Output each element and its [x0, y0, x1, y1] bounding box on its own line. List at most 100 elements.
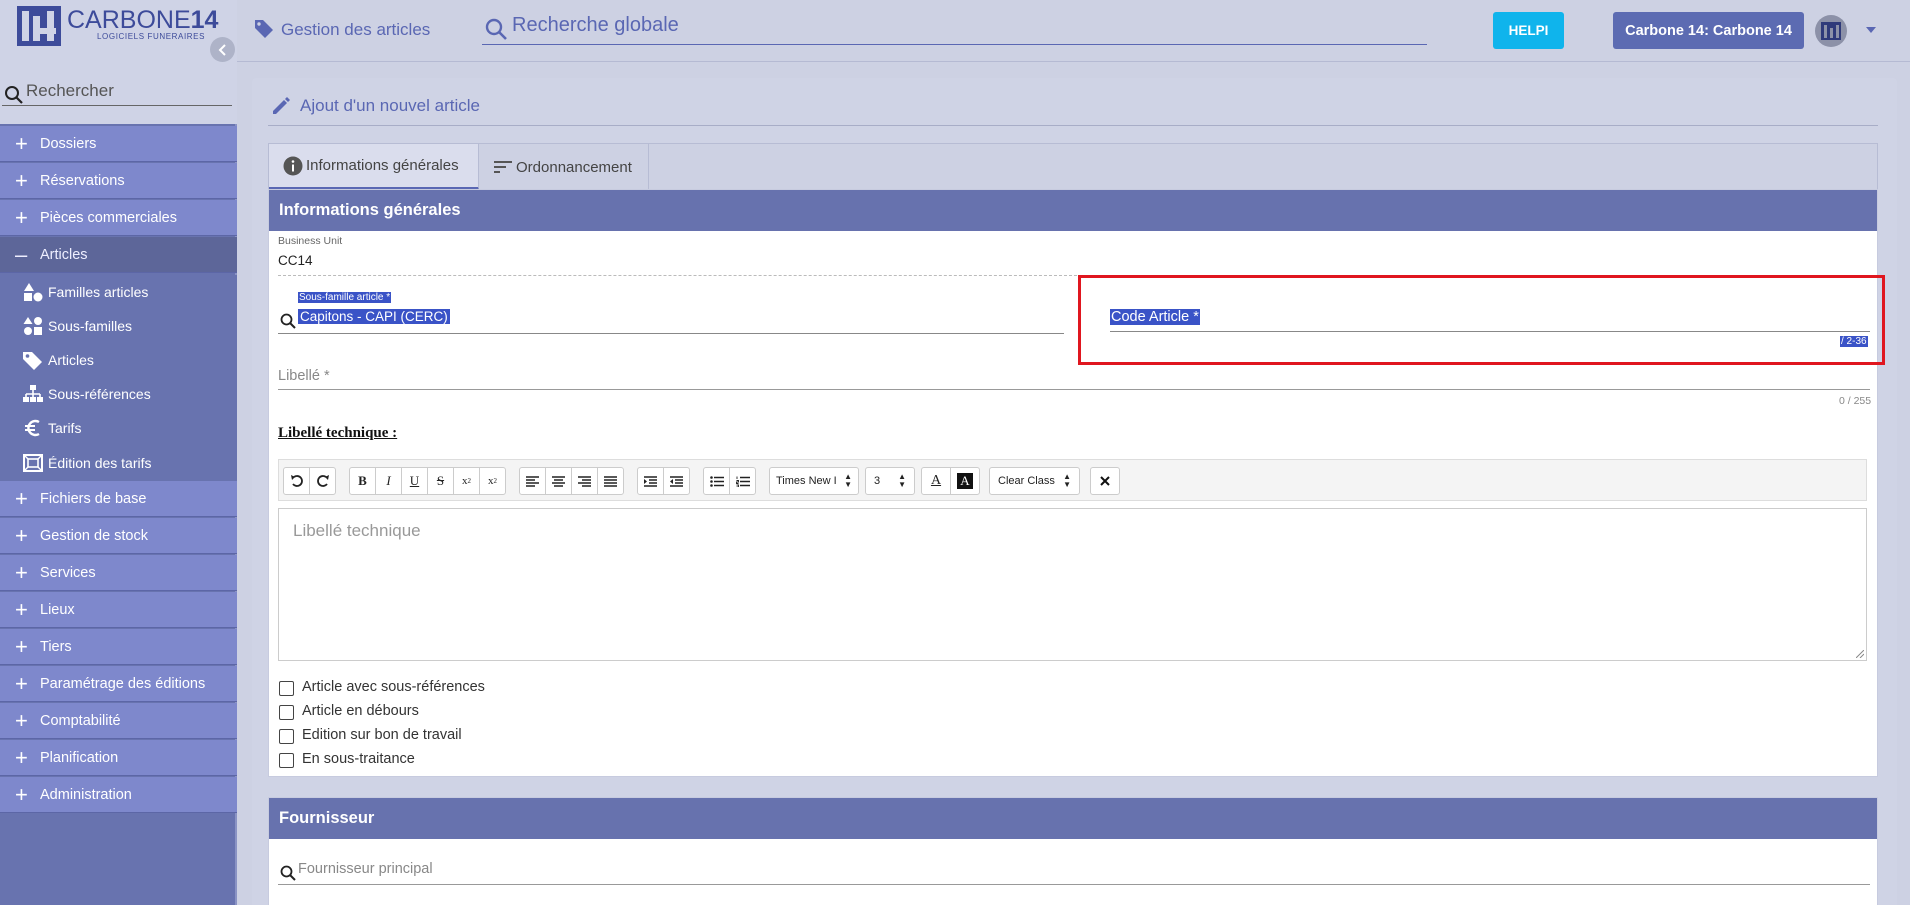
libelle-input[interactable]: Libellé * — [278, 368, 330, 384]
sidebar-item-articles[interactable]: – Articles — [0, 237, 237, 273]
sidebar-subitem-tarifs[interactable]: Tarifs — [0, 411, 237, 445]
sidebar: CARBONE14 LOGICIELS FUNERAIRES Recherche… — [0, 0, 237, 905]
italic-button[interactable]: I — [375, 467, 402, 495]
align-justify-icon — [604, 475, 617, 487]
updown-caret-icon: ▲ ▼ — [898, 472, 906, 489]
clear-format-button[interactable] — [1090, 467, 1120, 495]
sidebar-item-parametrage-des-editions[interactable]: + Paramétrage des éditions — [0, 666, 237, 702]
plus-icon: + — [15, 596, 28, 622]
editor-toolbar: B I U S x2 x2 Times New I ▲ ▼ 3 ▲ ▼ A A Clea… — [278, 459, 1867, 501]
sidebar-item-services[interactable]: + Services — [0, 555, 237, 591]
sidebar-search[interactable]: Rechercher — [0, 62, 237, 124]
logo-icon — [1821, 22, 1841, 40]
sidebar-search-input[interactable]: Rechercher — [26, 81, 114, 101]
checkbox-debours[interactable] — [279, 705, 294, 720]
background-color-button[interactable]: A — [950, 467, 980, 495]
redo-button[interactable] — [309, 467, 336, 495]
account-button[interactable]: Carbone 14: Carbone 14 — [1613, 12, 1804, 49]
supplier-input[interactable]: Fournisseur principal — [298, 861, 433, 877]
sidebar-subitem-sous-familles[interactable]: Sous-familles — [0, 309, 237, 343]
libelle-counter: 0 / 255 — [1839, 395, 1872, 407]
align-center-icon — [552, 475, 565, 487]
subfamily-label: Sous-famille article * — [298, 292, 392, 303]
tab-label: Informations générales — [306, 157, 459, 174]
sidebar-item-planification[interactable]: + Planification — [0, 740, 237, 776]
category-icon — [23, 317, 42, 335]
chevron-down-icon[interactable] — [1865, 24, 1877, 36]
tag-icon — [23, 352, 42, 370]
class-value: Clear Class — [998, 475, 1055, 487]
checkbox-bon-de-travail[interactable] — [279, 729, 294, 744]
subfamily-input[interactable]: Capitons - CAPI (CERC) — [298, 309, 450, 324]
sidebar-item-label: Tiers — [40, 638, 72, 655]
undo-icon — [290, 475, 303, 487]
subscript-button[interactable]: x2 — [453, 467, 480, 495]
info-icon — [283, 156, 303, 175]
collapse-sidebar-button[interactable] — [210, 37, 235, 62]
sidebar-item-gestion-de-stock[interactable]: + Gestion de stock — [0, 518, 237, 554]
outdent-button[interactable] — [637, 467, 664, 495]
bullet-list-button[interactable] — [703, 467, 730, 495]
class-select[interactable]: Clear Class ▲ ▼ — [989, 467, 1080, 495]
numbered-list-icon — [735, 476, 750, 487]
resize-handle-icon[interactable] — [1856, 650, 1864, 658]
search-icon — [5, 86, 23, 104]
align-justify-button[interactable] — [597, 467, 624, 495]
plus-icon: + — [15, 559, 28, 585]
sidebar-item-dossiers[interactable]: + Dossiers — [0, 126, 237, 162]
highlight-icon: A — [957, 473, 973, 489]
sidebar-subitem-familles-articles[interactable]: Familles articles — [0, 275, 237, 309]
superscript-button[interactable]: x2 — [479, 467, 506, 495]
sidebar-subitem-label: Tarifs — [48, 420, 82, 436]
supplier-underline — [278, 884, 1870, 885]
text-color-button[interactable]: A — [921, 467, 951, 495]
helpi-button[interactable]: HELPI — [1493, 12, 1564, 49]
plus-icon: + — [15, 707, 28, 733]
align-center-button[interactable] — [545, 467, 572, 495]
libelle-technique-editor[interactable]: Libellé technique — [278, 508, 1867, 661]
topbar-section-title[interactable]: Gestion des articles — [281, 20, 430, 40]
chevron-left-icon — [218, 43, 226, 56]
avatar[interactable] — [1815, 15, 1847, 47]
bold-button[interactable]: B — [349, 467, 376, 495]
hierarchy-icon — [23, 385, 43, 402]
sidebar-item-comptabilite[interactable]: + Comptabilité — [0, 703, 237, 739]
align-left-button[interactable] — [519, 467, 546, 495]
plus-icon: + — [15, 744, 28, 770]
plus-icon: + — [15, 670, 28, 696]
global-search-underline — [482, 44, 1427, 45]
minus-icon: – — [15, 241, 28, 267]
search-icon — [280, 865, 296, 881]
numbered-list-button[interactable] — [729, 467, 756, 495]
indent-button[interactable] — [663, 467, 690, 495]
checkbox-sous-references[interactable] — [279, 681, 294, 696]
sidebar-item-lieux[interactable]: + Lieux — [0, 592, 237, 628]
tag-icon — [255, 20, 273, 38]
underline-button[interactable]: U — [401, 467, 428, 495]
euro-icon — [25, 419, 40, 437]
undo-button[interactable] — [283, 467, 310, 495]
strikethrough-button[interactable]: S — [427, 467, 454, 495]
sidebar-item-pieces-commerciales[interactable]: + Pièces commerciales — [0, 200, 237, 236]
outdent-icon — [644, 475, 657, 487]
sidebar-item-administration[interactable]: + Administration — [0, 777, 237, 813]
sidebar-item-reservations[interactable]: + Réservations — [0, 163, 237, 199]
pencil-icon — [273, 97, 290, 114]
shapes-icon — [24, 283, 43, 302]
tab-ordonnancement[interactable]: Ordonnancement — [479, 144, 649, 190]
bullet-list-icon — [709, 475, 724, 487]
sidebar-subitem-articles[interactable]: Articles — [0, 343, 237, 377]
sidebar-item-tiers[interactable]: + Tiers — [0, 629, 237, 665]
checkbox-sous-traitance[interactable] — [279, 753, 294, 768]
font-size-select[interactable]: 3 ▲ ▼ — [865, 467, 915, 495]
sidebar-subitem-sous-references[interactable]: Sous-références — [0, 377, 237, 411]
align-right-button[interactable] — [571, 467, 598, 495]
align-right-icon — [578, 475, 591, 487]
sidebar-item-fichiers-de-base[interactable]: + Fichiers de base — [0, 481, 237, 517]
sidebar-subitem-label: Articles — [48, 352, 94, 368]
global-search-input[interactable]: Recherche globale — [512, 14, 679, 37]
tab-informations-generales[interactable]: Informations générales — [269, 144, 479, 190]
font-family-select[interactable]: Times New I ▲ ▼ — [769, 467, 859, 495]
sidebar-subitem-edition-des-tarifs[interactable]: Édition des tarifs — [0, 446, 237, 480]
section-title: Fournisseur — [269, 798, 1877, 839]
